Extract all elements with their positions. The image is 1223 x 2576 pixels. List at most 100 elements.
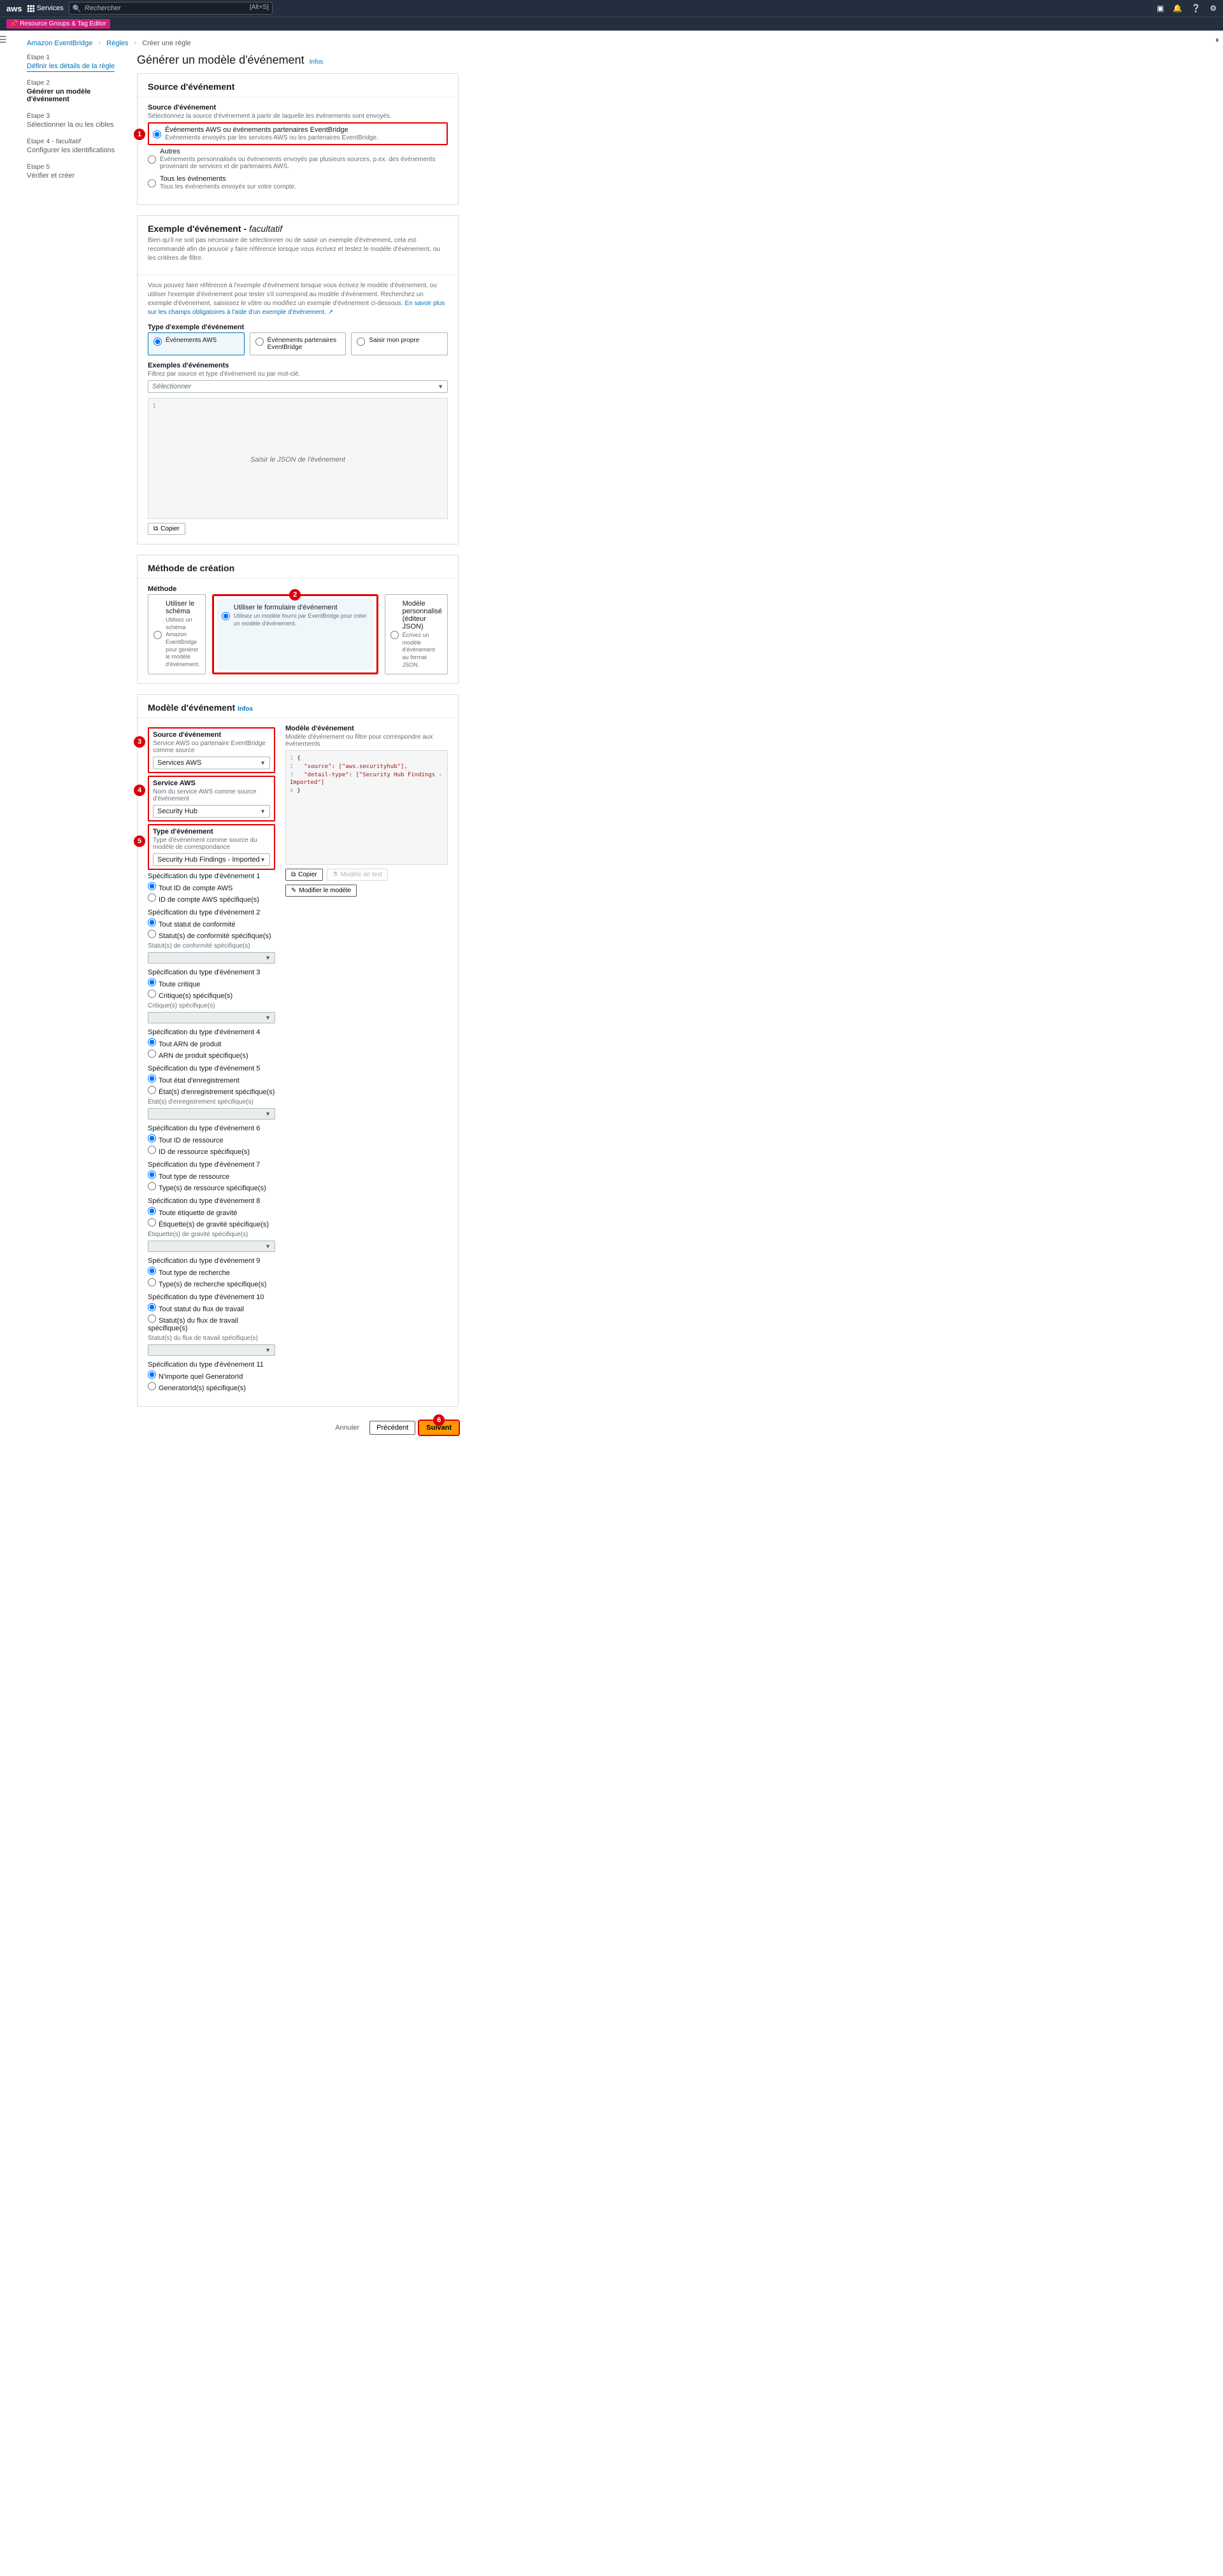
sample-tile-own[interactable]: Saisir mon propre: [351, 332, 448, 355]
source-radio-other[interactable]: [148, 149, 156, 170]
spec-radio-all[interactable]: Tout état d'enregistrement: [148, 1074, 275, 1085]
source-field-label: Source d'événement: [148, 104, 448, 111]
page-settings-icon[interactable]: ◑: [1214, 34, 1219, 45]
spec-extra-select[interactable]: ▼: [148, 1344, 275, 1356]
edit-pattern-button[interactable]: ✎ Modifier le modèle: [285, 885, 357, 897]
spec-radio-all[interactable]: N'importe quel GeneratorId: [148, 1370, 275, 1381]
pattern-src-select[interactable]: Services AWS ▼: [153, 757, 270, 769]
event-pattern-panel: Modèle d'événement Infos 3 Source d'évén…: [137, 694, 459, 1407]
search-input[interactable]: [69, 2, 273, 15]
callout-4: 4: [134, 785, 145, 796]
spec-radio-all[interactable]: Tout type de ressource: [148, 1171, 275, 1181]
method-custom-radio[interactable]: [390, 601, 399, 669]
sample-tile-aws[interactable]: Événements AWS: [148, 332, 245, 355]
test-pattern-button[interactable]: ⚗ Modèle de test: [327, 869, 389, 881]
sample-tile-own-radio[interactable]: [357, 338, 365, 346]
callout-5: 5: [134, 836, 145, 847]
step-2-label: Étape 2: [27, 79, 132, 87]
spec-extra-select[interactable]: ▼: [148, 1012, 275, 1023]
sample-tile-partner[interactable]: Événements partenaires EventBridge: [250, 332, 347, 355]
spec-radio-all[interactable]: Tout statut de conformité: [148, 918, 275, 929]
copy-sample-button[interactable]: ⧉ Copier: [148, 523, 185, 535]
flask-icon: ⚗: [333, 871, 338, 878]
info-link[interactable]: Infos: [238, 706, 253, 713]
external-link-icon: ↗: [328, 309, 333, 316]
spec-radio-specific[interactable]: ID de ressource spécifique(s): [148, 1146, 275, 1156]
spec-radio-specific[interactable]: Type(s) de recherche spécifique(s): [148, 1278, 275, 1288]
spec-extra-select[interactable]: ▼: [148, 952, 275, 964]
spec-radio-specific[interactable]: Statut(s) de conformité spécifique(s): [148, 930, 275, 940]
source-header: Source d'événement: [148, 82, 448, 92]
cancel-button[interactable]: Annuler: [329, 1421, 366, 1434]
callout-1: 1: [134, 129, 145, 140]
grid-icon: [27, 5, 34, 12]
step-5-name: Vérifier et créer: [27, 172, 132, 180]
aws-logo: aws: [6, 4, 22, 13]
spec-radio-all[interactable]: Toute étiquette de gravité: [148, 1207, 275, 1217]
spec-block-7: Spécification du type d'événement 7Tout …: [148, 1161, 275, 1192]
source-radio-aws[interactable]: [153, 127, 161, 141]
favorites-bar: 📌 Resource Groups & Tag Editor: [0, 17, 1223, 31]
spec-extra-label: Critique(s) spécifique(s): [148, 1002, 275, 1009]
spec-radio-specific[interactable]: ID de compte AWS spécifique(s): [148, 893, 275, 904]
resource-groups-link[interactable]: 📌 Resource Groups & Tag Editor: [6, 19, 110, 29]
method-form[interactable]: Utiliser le formulaire d'événement Utili…: [217, 599, 374, 670]
spec-radio-specific[interactable]: Critique(s) spécifique(s): [148, 990, 275, 1000]
step-1-link[interactable]: Définir les détails de la règle: [27, 62, 132, 70]
sample-select[interactable]: Sélectionner ▼: [148, 380, 448, 393]
source-field-hint: Sélectionnez la source d'événement à par…: [148, 113, 448, 120]
source-radio-all[interactable]: [148, 176, 156, 190]
pattern-type-label: Type d'événement: [153, 828, 270, 836]
method-schema-radio[interactable]: [154, 601, 162, 669]
spec-block-1: Spécification du type d'événement 1Tout …: [148, 872, 275, 904]
breadcrumb-eventbridge[interactable]: Amazon EventBridge: [27, 39, 92, 47]
help-icon[interactable]: ❔: [1191, 4, 1201, 13]
pattern-svc-select[interactable]: Security Hub ▼: [153, 805, 270, 818]
cloudshell-icon[interactable]: ▣: [1157, 4, 1164, 13]
step-3-label: Étape 3: [27, 112, 132, 120]
spec-radio-specific[interactable]: État(s) d'enregistrement spécifique(s): [148, 1086, 275, 1096]
info-link[interactable]: Infos: [310, 59, 324, 66]
menu-icon[interactable]: ☰: [0, 34, 7, 45]
spec-radio-all[interactable]: Tout statut du flux de travail: [148, 1303, 275, 1313]
pattern-json: 1{ 2 "source": ["aws.securityhub"], 3 "d…: [285, 750, 448, 865]
search-icon: 🔍: [73, 4, 82, 13]
spec-extra-select[interactable]: ▼: [148, 1108, 275, 1120]
sample-json-editor[interactable]: 1 Saisir le JSON de l'événement: [148, 398, 448, 519]
editor-placeholder: Saisir le JSON de l'événement: [148, 456, 447, 464]
pattern-type-select[interactable]: Security Hub Findings - Imported ▼: [153, 853, 270, 866]
page-title: Générer un modèle d'événement Infos: [137, 53, 459, 67]
method-form-radio[interactable]: [222, 605, 230, 627]
previous-button[interactable]: Précédent: [369, 1421, 415, 1435]
method-custom[interactable]: Modèle personnalisé (éditeur JSON) Écriv…: [385, 594, 448, 674]
settings-icon[interactable]: ⚙: [1210, 4, 1217, 13]
pencil-icon: ✎: [291, 887, 296, 894]
chevron-right-icon: ›: [98, 39, 101, 47]
spec-radio-all[interactable]: Tout type de recherche: [148, 1267, 275, 1277]
sample-examples-hint: Filtrez par source et type d'événement o…: [148, 371, 448, 378]
sample-tile-partner-radio[interactable]: [255, 338, 264, 346]
spec-title: Spécification du type d'événement 2: [148, 909, 275, 916]
spec-radio-all[interactable]: Tout ID de compte AWS: [148, 882, 275, 892]
spec-title: Spécification du type d'événement 8: [148, 1197, 275, 1205]
callout-2: 2: [289, 589, 301, 601]
spec-radio-all[interactable]: Tout ID de ressource: [148, 1134, 275, 1144]
method-form-title: Utiliser le formulaire d'événement: [234, 604, 369, 611]
spec-radio-specific[interactable]: ARN de produit spécifique(s): [148, 1050, 275, 1060]
spec-radio-specific[interactable]: Type(s) de ressource spécifique(s): [148, 1182, 275, 1192]
breadcrumb-rules[interactable]: Règles: [106, 39, 128, 47]
spec-radio-specific[interactable]: GeneratorId(s) spécifique(s): [148, 1382, 275, 1392]
sample-tile-aws-radio[interactable]: [154, 338, 162, 346]
services-button[interactable]: Services: [27, 4, 64, 12]
spec-radio-all[interactable]: Toute critique: [148, 978, 275, 988]
step-2-name: Générer un modèle d'événement: [27, 88, 132, 103]
notifications-icon[interactable]: 🔔: [1173, 4, 1182, 13]
method-schema[interactable]: Utiliser le schéma Utilisez un schéma Am…: [148, 594, 206, 674]
spec-radio-all[interactable]: Tout ARN de produit: [148, 1038, 275, 1048]
breadcrumb-current: Créer une règle: [142, 39, 190, 47]
copy-pattern-button[interactable]: ⧉ Copier: [285, 869, 323, 881]
source-opt1-desc: Événements envoyés par les services AWS …: [165, 134, 443, 141]
spec-radio-specific[interactable]: Étiquette(s) de gravité spécifique(s): [148, 1218, 275, 1228]
spec-radio-specific[interactable]: Statut(s) du flux de travail spécifique(…: [148, 1314, 275, 1332]
spec-extra-select[interactable]: ▼: [148, 1241, 275, 1252]
